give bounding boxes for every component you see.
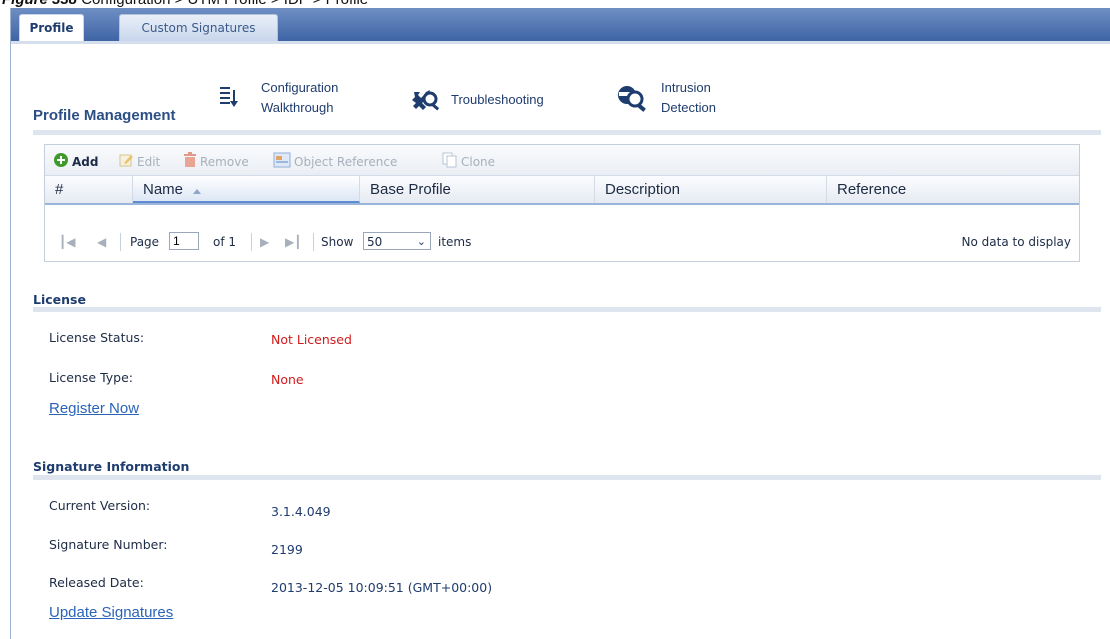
trash-icon [183, 152, 197, 171]
current-version-value: 3.1.4.049 [271, 504, 331, 519]
pager-divider [251, 233, 252, 251]
figure-number: Figure 338 [2, 0, 77, 8]
troubleshooting-label: Troubleshooting [451, 92, 544, 107]
prev-page-icon[interactable]: ◀ [97, 235, 106, 249]
wrench-magnifier-icon [410, 88, 444, 117]
intrusion-line1: Intrusion [661, 80, 711, 95]
add-button[interactable]: Add [53, 152, 98, 171]
sort-ascending-icon [192, 177, 202, 204]
pager-divider [120, 233, 121, 251]
signature-info-title: Signature Information [33, 459, 190, 474]
show-label: Show [321, 235, 354, 249]
tab-profile[interactable]: Profile [19, 14, 84, 42]
edit-label: Edit [137, 154, 161, 169]
page-label: Page [130, 235, 160, 249]
license-type-value: None [271, 372, 304, 387]
signature-divider [33, 475, 1101, 480]
profile-page: Profile Custom Signatures Profile Manage… [10, 8, 1110, 639]
clone-icon [442, 152, 458, 171]
tab-custom-signatures[interactable]: Custom Signatures [119, 14, 278, 42]
license-type-label: License Type: [49, 370, 134, 385]
page-number-input[interactable] [169, 232, 199, 250]
pager-divider [313, 233, 314, 251]
table-pager: ┃◀ ◀ Page of 1 ▶ ▶┃ Show 50 ⌄ items No d… [45, 224, 1079, 261]
empty-message: No data to display [961, 235, 1071, 249]
signature-number-value: 2199 [271, 542, 303, 557]
remove-label: Remove [200, 154, 249, 169]
items-label: items [438, 235, 472, 249]
figure-caption: Figure 338 Configuration > UTM Profile >… [2, 0, 368, 8]
object-reference-label: Object Reference [294, 154, 398, 169]
license-status-label: License Status: [49, 330, 145, 345]
license-divider [33, 307, 1101, 312]
profile-table: Add Edit Remove Object Reference Clone # [44, 144, 1080, 262]
list-sort-icon [218, 84, 240, 115]
column-header-reference[interactable]: Reference [827, 176, 1079, 203]
chevron-down-icon: ⌄ [416, 235, 426, 248]
last-page-icon[interactable]: ▶┃ [285, 235, 301, 249]
remove-button[interactable]: Remove [183, 152, 249, 171]
edit-button[interactable]: Edit [118, 152, 160, 171]
intrusion-detection-button[interactable]: Intrusion Detection [617, 78, 777, 120]
register-now-link[interactable]: Register Now [49, 400, 139, 417]
next-page-icon[interactable]: ▶ [260, 235, 269, 249]
update-signatures-link[interactable]: Update Signatures [49, 604, 173, 621]
table-header: # Name Base Profile Description Referenc… [45, 176, 1079, 205]
intrusion-line2: Detection [661, 100, 716, 115]
object-reference-icon [273, 152, 291, 171]
page-count: of 1 [213, 235, 237, 249]
released-date-label: Released Date: [49, 575, 144, 590]
items-per-page-select[interactable]: 50 ⌄ [363, 232, 431, 250]
column-header-base-profile[interactable]: Base Profile [360, 176, 595, 203]
clone-button[interactable]: Clone [442, 152, 495, 171]
walkthrough-line2: Walkthrough [261, 100, 334, 115]
add-label: Add [72, 154, 99, 169]
column-header-description[interactable]: Description [595, 176, 827, 203]
license-title: License [33, 292, 86, 307]
column-header-name-label: Name [143, 181, 184, 198]
column-header-name[interactable]: Name [133, 176, 360, 203]
tab-underline [11, 41, 1110, 44]
figure-text: Configuration > UTM Profile > IDP > Prof… [81, 0, 368, 8]
intrusion-magnifier-icon [617, 84, 651, 117]
object-reference-button[interactable]: Object Reference [273, 152, 397, 171]
clone-label: Clone [461, 154, 496, 169]
current-version-label: Current Version: [49, 498, 151, 513]
table-toolbar: Add Edit Remove Object Reference Clone [45, 145, 1079, 176]
column-header-number[interactable]: # [45, 176, 133, 203]
signature-number-label: Signature Number: [49, 537, 168, 552]
released-date-value: 2013-12-05 10:09:51 (GMT+00:00) [271, 580, 493, 595]
license-status-value: Not Licensed [271, 332, 352, 347]
troubleshooting-button[interactable]: Troubleshooting [410, 88, 570, 114]
walkthrough-line1: Configuration [261, 80, 339, 95]
edit-icon [118, 152, 134, 171]
first-page-icon[interactable]: ┃◀ [59, 235, 75, 249]
tab-bar: Profile Custom Signatures [11, 8, 1110, 42]
add-icon [53, 152, 69, 171]
profile-management-divider [33, 130, 1101, 135]
configuration-walkthrough-button[interactable]: Configuration Walkthrough [218, 78, 378, 120]
profile-management-title: Profile Management [33, 107, 176, 124]
items-per-page-value: 50 [367, 235, 383, 249]
